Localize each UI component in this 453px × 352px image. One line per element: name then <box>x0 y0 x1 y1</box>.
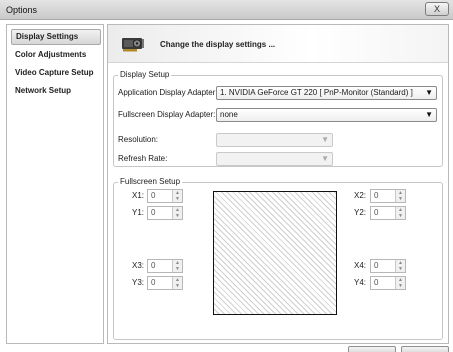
dialog-button[interactable] <box>348 346 396 352</box>
app-adapter-value: 1. NVIDIA GeForce GT 220 [ PnP-Monitor (… <box>220 88 413 97</box>
spin-down-icon[interactable]: ▼ <box>173 196 182 202</box>
y1-value: 0 <box>151 208 156 217</box>
x1-label: X1: <box>132 191 145 200</box>
x3-label: X3: <box>132 261 145 270</box>
sidebar-item-label: Color Adjustments <box>15 50 87 59</box>
fullscreen-adapter-dropdown[interactable]: none ▼ <box>216 108 437 122</box>
spinner-buttons: ▲ ▼ <box>172 190 182 202</box>
panel-header-text: Change the display settings ... <box>160 40 276 49</box>
display-setup-group: Display Setup Application Display Adapte… <box>113 70 443 167</box>
app-adapter-dropdown[interactable]: 1. NVIDIA GeForce GT 220 [ PnP-Monitor (… <box>216 86 437 100</box>
spinner-buttons: ▲ ▼ <box>395 190 405 202</box>
chevron-down-icon: ▼ <box>425 88 433 97</box>
sidebar-item-color-adjustments[interactable]: Color Adjustments <box>11 47 101 63</box>
screen-preview-area[interactable] <box>213 191 337 315</box>
fullscreen-setup-legend: Fullscreen Setup <box>118 177 183 186</box>
y4-spinner[interactable]: 0 ▲ ▼ <box>370 276 406 290</box>
y2-label: Y2: <box>354 208 367 217</box>
fullscreen-adapter-label: Fullscreen Display Adapter: <box>118 110 216 119</box>
x2-value: 0 <box>374 191 379 200</box>
spinner-buttons: ▲ ▼ <box>172 277 182 289</box>
settings-sidebar: Display Settings Color Adjustments Video… <box>6 24 104 344</box>
close-icon: X <box>433 4 440 14</box>
sidebar-item-video-capture-setup[interactable]: Video Capture Setup <box>11 65 101 81</box>
resolution-dropdown[interactable]: ▼ <box>216 133 333 147</box>
y3-spinner[interactable]: 0 ▲ ▼ <box>147 276 183 290</box>
sidebar-item-label: Video Capture Setup <box>15 68 94 77</box>
sidebar-item-label: Display Settings <box>16 32 79 41</box>
spin-down-icon[interactable]: ▼ <box>396 196 405 202</box>
y1-label: Y1: <box>132 208 145 217</box>
fullscreen-adapter-value: none <box>220 110 238 119</box>
spin-down-icon[interactable]: ▼ <box>173 213 182 219</box>
x4-value: 0 <box>374 261 379 270</box>
x2-spinner[interactable]: 0 ▲ ▼ <box>370 189 406 203</box>
x1-value: 0 <box>151 191 156 200</box>
y1-spinner[interactable]: 0 ▲ ▼ <box>147 206 183 220</box>
title-bar: Options X <box>0 0 453 20</box>
spinner-buttons: ▲ ▼ <box>395 207 405 219</box>
refresh-rate-dropdown[interactable]: ▼ <box>216 152 333 166</box>
dialog-button[interactable] <box>401 346 449 352</box>
x4-spinner[interactable]: 0 ▲ ▼ <box>370 259 406 273</box>
spin-down-icon[interactable]: ▼ <box>396 266 405 272</box>
window-title: Options <box>6 5 38 15</box>
sidebar-item-display-settings[interactable]: Display Settings <box>11 29 101 45</box>
x3-value: 0 <box>151 261 156 270</box>
display-setup-legend: Display Setup <box>118 70 172 79</box>
chevron-down-icon: ▼ <box>321 135 329 144</box>
spinner-buttons: ▲ ▼ <box>395 260 405 272</box>
resolution-label: Resolution: <box>118 135 159 144</box>
x4-label: X4: <box>354 261 367 270</box>
spin-down-icon[interactable]: ▼ <box>396 283 405 289</box>
x3-spinner[interactable]: 0 ▲ ▼ <box>147 259 183 273</box>
x1-spinner[interactable]: 0 ▲ ▼ <box>147 189 183 203</box>
spinner-buttons: ▲ ▼ <box>172 260 182 272</box>
panel-header: Change the display settings ... <box>108 25 448 63</box>
spinner-buttons: ▲ ▼ <box>172 207 182 219</box>
chevron-down-icon: ▼ <box>321 154 329 163</box>
spinner-buttons: ▲ ▼ <box>395 277 405 289</box>
y4-label: Y4: <box>354 278 367 287</box>
y3-value: 0 <box>151 278 156 287</box>
graphics-card-icon <box>122 38 144 52</box>
x2-label: X2: <box>354 191 367 200</box>
spin-down-icon[interactable]: ▼ <box>173 266 182 272</box>
y2-value: 0 <box>374 208 379 217</box>
sidebar-item-network-setup[interactable]: Network Setup <box>11 83 101 99</box>
app-adapter-label: Application Display Adapter: <box>118 88 218 97</box>
spin-down-icon[interactable]: ▼ <box>396 213 405 219</box>
spin-down-icon[interactable]: ▼ <box>173 283 182 289</box>
refresh-rate-label: Refresh Rate: <box>118 154 168 163</box>
y2-spinner[interactable]: 0 ▲ ▼ <box>370 206 406 220</box>
close-button[interactable]: X <box>425 2 449 16</box>
sidebar-item-label: Network Setup <box>15 86 72 95</box>
display-settings-panel: Change the display settings ... Display … <box>107 24 449 344</box>
y3-label: Y3: <box>132 278 145 287</box>
chevron-down-icon: ▼ <box>425 110 433 119</box>
y4-value: 0 <box>374 278 379 287</box>
